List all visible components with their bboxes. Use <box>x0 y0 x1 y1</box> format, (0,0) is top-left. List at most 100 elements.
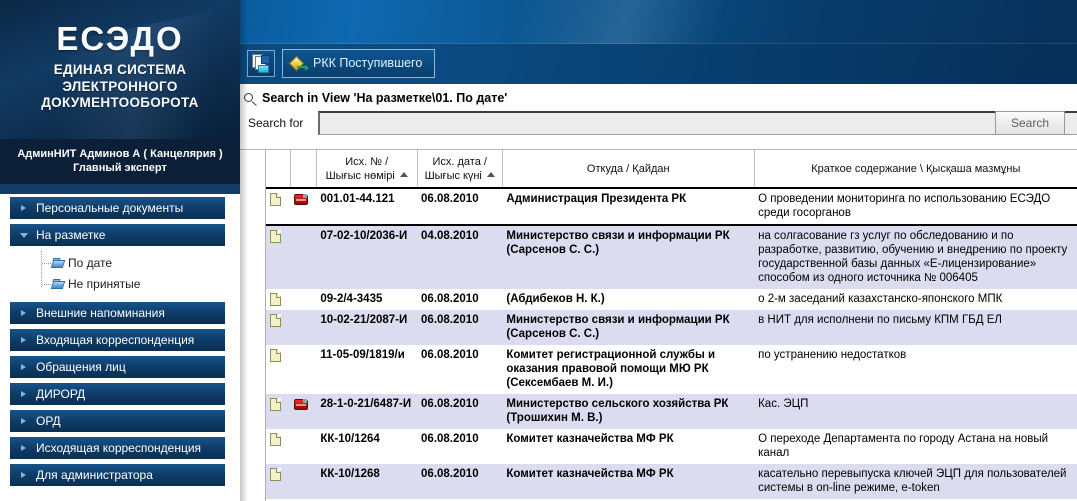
search-button[interactable]: Search <box>995 111 1065 135</box>
cell-outgoing-number: КК-10/1264 <box>316 429 418 464</box>
table-row[interactable]: 28-1-0-21/6487-И 06.08.2010 Министерство с… <box>266 394 1077 429</box>
sidebar-item-ne-prinyatye[interactable]: Не принятые <box>0 274 240 295</box>
document-table: Исх. № / Шығыс нөмірі Исх. дата / Шығыс … <box>266 150 1077 501</box>
sidebar-item-label: Внешние напоминания <box>36 306 165 320</box>
yellow-diamond-arrow-icon <box>288 55 309 72</box>
row-document-icon-cell <box>266 187 291 226</box>
cell-outgoing-number: 10-02-21/2087-И <box>316 310 418 345</box>
row-document-icon-cell <box>266 429 291 464</box>
brand-title: ЕСЭДО <box>56 20 184 57</box>
table-header: Исх. № / Шығыс нөмірі Исх. дата / Шығыс … <box>266 150 1077 189</box>
row-marker-gutter <box>240 150 266 501</box>
red-book-icon <box>294 399 309 410</box>
row-flag-cell <box>290 464 317 499</box>
sidebar-item-label: ДИРОРД <box>36 387 86 401</box>
user-role: Главный эксперт <box>73 162 167 174</box>
tab-rkk-postupivshego[interactable]: РКК Поступившего <box>282 49 436 78</box>
cell-from: Комитет казначейства МФ РК <box>502 429 755 464</box>
column-header-summary[interactable]: Краткое содержание \ Қысқаша мазмұны <box>754 150 1077 189</box>
sidebar-item-label: Для администратора <box>36 468 153 482</box>
sidebar-item-label: На разметке <box>36 228 106 242</box>
table-row[interactable]: 09-2/4-3435 06.08.2010 (Абдибеков Н. К.) о … <box>266 289 1077 310</box>
cell-from: (Абдибеков Н. К.) <box>502 289 755 310</box>
sidebar-item-label: Обращения лиц <box>36 360 126 374</box>
cell-from: Комитет регистрационной службы и оказани… <box>502 345 755 394</box>
cell-summary: на солгасование гз услуг по обследованию… <box>754 225 1077 289</box>
cell-outgoing-date: 06.08.2010 <box>417 310 503 345</box>
sidebar-subgroup: По дате Не принятые <box>0 251 240 298</box>
brand-subtitle-line-3: ДОКУМЕНТООБОРОТА <box>41 95 199 110</box>
document-icon <box>270 349 281 362</box>
row-flag-cell <box>290 310 317 345</box>
search-for-label: Search for <box>248 116 304 130</box>
row-flag-cell <box>290 225 317 289</box>
table-header-row: Исх. № / Шығыс нөмірі Исх. дата / Шығыс … <box>266 150 1077 189</box>
cell-summary: О переходе Департамента по городу Астана… <box>754 429 1077 464</box>
magnifier-icon <box>244 93 258 107</box>
column-header-line-1: Краткое содержание \ Қысқаша мазмұны <box>811 162 1021 175</box>
chevron-right-icon <box>21 445 26 451</box>
red-book-icon <box>294 194 309 205</box>
column-header-from[interactable]: Откуда / Қайдан <box>502 150 755 189</box>
folder-icon <box>50 279 66 290</box>
table-row[interactable]: 11-05-09/1819/и 06.08.2010 Комитет регистр… <box>266 345 1077 394</box>
sidebar-subitem-label: По дате <box>68 256 113 270</box>
top-banner <box>240 0 1077 44</box>
document-icon <box>270 398 281 411</box>
row-document-icon-cell <box>266 345 291 394</box>
row-flag-cell <box>290 345 317 394</box>
sidebar-item-ord[interactable]: ОРД <box>10 410 225 432</box>
table-row[interactable]: 07-02-10/2036-И 04.08.2010 Министерство св… <box>266 225 1077 289</box>
toolbar: РКК Поступившего <box>240 44 1077 84</box>
sidebar-item-external-reminders[interactable]: Внешние напоминания <box>10 302 225 324</box>
brand-subtitle: ЕДИНАЯ СИСТЕМА ЭЛЕКТРОННОГО ДОКУМЕНТООБО… <box>0 62 240 112</box>
table-row[interactable]: КК-10/1268 06.08.2010 Комитет казначейства… <box>266 464 1077 499</box>
column-header-flag <box>290 150 317 189</box>
sidebar-item-label: ОРД <box>36 414 61 428</box>
search-input[interactable] <box>318 111 1077 135</box>
cell-outgoing-number: 09-2/4-3435 <box>316 289 418 310</box>
sidebar-item-na-razmetke[interactable]: На разметке <box>10 224 225 246</box>
row-flag-cell <box>290 289 317 310</box>
sidebar-item-label: Персональные документы <box>36 201 184 215</box>
table-body: 001.01-44.121 06.08.2010 Администрация Пре… <box>266 187 1077 501</box>
document-icon <box>270 314 281 327</box>
table-row[interactable]: 10-02-21/2087-И 06.08.2010 Министерство св… <box>266 310 1077 345</box>
column-header-outgoing-date[interactable]: Исх. дата / Шығыс күні <box>417 150 503 189</box>
row-document-icon-cell <box>266 310 291 345</box>
sidebar-item-citizen-appeals[interactable]: Обращения лиц <box>10 356 225 378</box>
brand-logo-panel: ЕСЭДО ЕДИНАЯ СИСТЕМА ЭЛЕКТРОННОГО ДОКУМЕ… <box>0 0 240 139</box>
sidebar-item-incoming-correspondence[interactable]: Входящая корреспонденция <box>10 329 225 351</box>
sort-caret-icon <box>486 171 495 177</box>
sidebar-item-outgoing-correspondence[interactable]: Исходящая корреспонденция <box>10 437 225 459</box>
cell-outgoing-number: 07-02-10/2036-И <box>316 225 418 289</box>
column-header-icon <box>266 150 291 189</box>
cell-summary: О проведении мониторинга по использовани… <box>754 187 1077 226</box>
sidebar-item-personal-documents[interactable]: Персональные документы <box>10 197 225 219</box>
document-icon <box>270 293 281 306</box>
user-info-bar: АдминНИТ Админов А ( Канцелярия ) Главны… <box>0 139 240 184</box>
cell-summary: по устранению недостатков <box>754 345 1077 394</box>
sidebar-item-dirord[interactable]: ДИРОРД <box>10 383 225 405</box>
cell-outgoing-date: 06.08.2010 <box>417 345 503 394</box>
sidebar-item-po-date[interactable]: По дате <box>0 253 240 274</box>
cell-outgoing-date: 06.08.2010 <box>417 187 503 226</box>
document-icon <box>270 433 281 446</box>
table-row[interactable]: 001.01-44.121 06.08.2010 Администрация Пре… <box>266 187 1077 226</box>
search-view-title: Search in View 'На разметке\01. По дате' <box>262 91 508 105</box>
sidebar-item-for-administrator[interactable]: Для администратора <box>10 464 225 486</box>
column-header-line-2: Шығыс нөмірі <box>325 169 395 182</box>
table-row[interactable]: КК-10/1264 06.08.2010 Комитет казначейства… <box>266 429 1077 464</box>
cell-outgoing-date: 06.08.2010 <box>417 289 503 310</box>
brand-subtitle-line-2: ЭЛЕКТРОННОГО <box>62 78 178 94</box>
row-document-icon-cell <box>266 289 291 310</box>
row-document-icon-cell <box>266 394 291 429</box>
sidebar: ЕСЭДО ЕДИНАЯ СИСТЕМА ЭЛЕКТРОННОГО ДОКУМЕ… <box>0 0 240 501</box>
sidebar-item-label: Входящая корреспонденция <box>36 333 195 347</box>
cell-from: Министерство сельского хозяйства РК (Тро… <box>502 394 755 429</box>
cell-outgoing-date: 06.08.2010 <box>417 429 503 464</box>
new-document-button[interactable] <box>247 50 275 77</box>
cell-summary: Кас. ЭЦП <box>754 394 1077 429</box>
column-header-outgoing-number[interactable]: Исх. № / Шығыс нөмірі <box>316 150 418 189</box>
cell-from: Комитет казначейства МФ РК <box>502 464 755 499</box>
